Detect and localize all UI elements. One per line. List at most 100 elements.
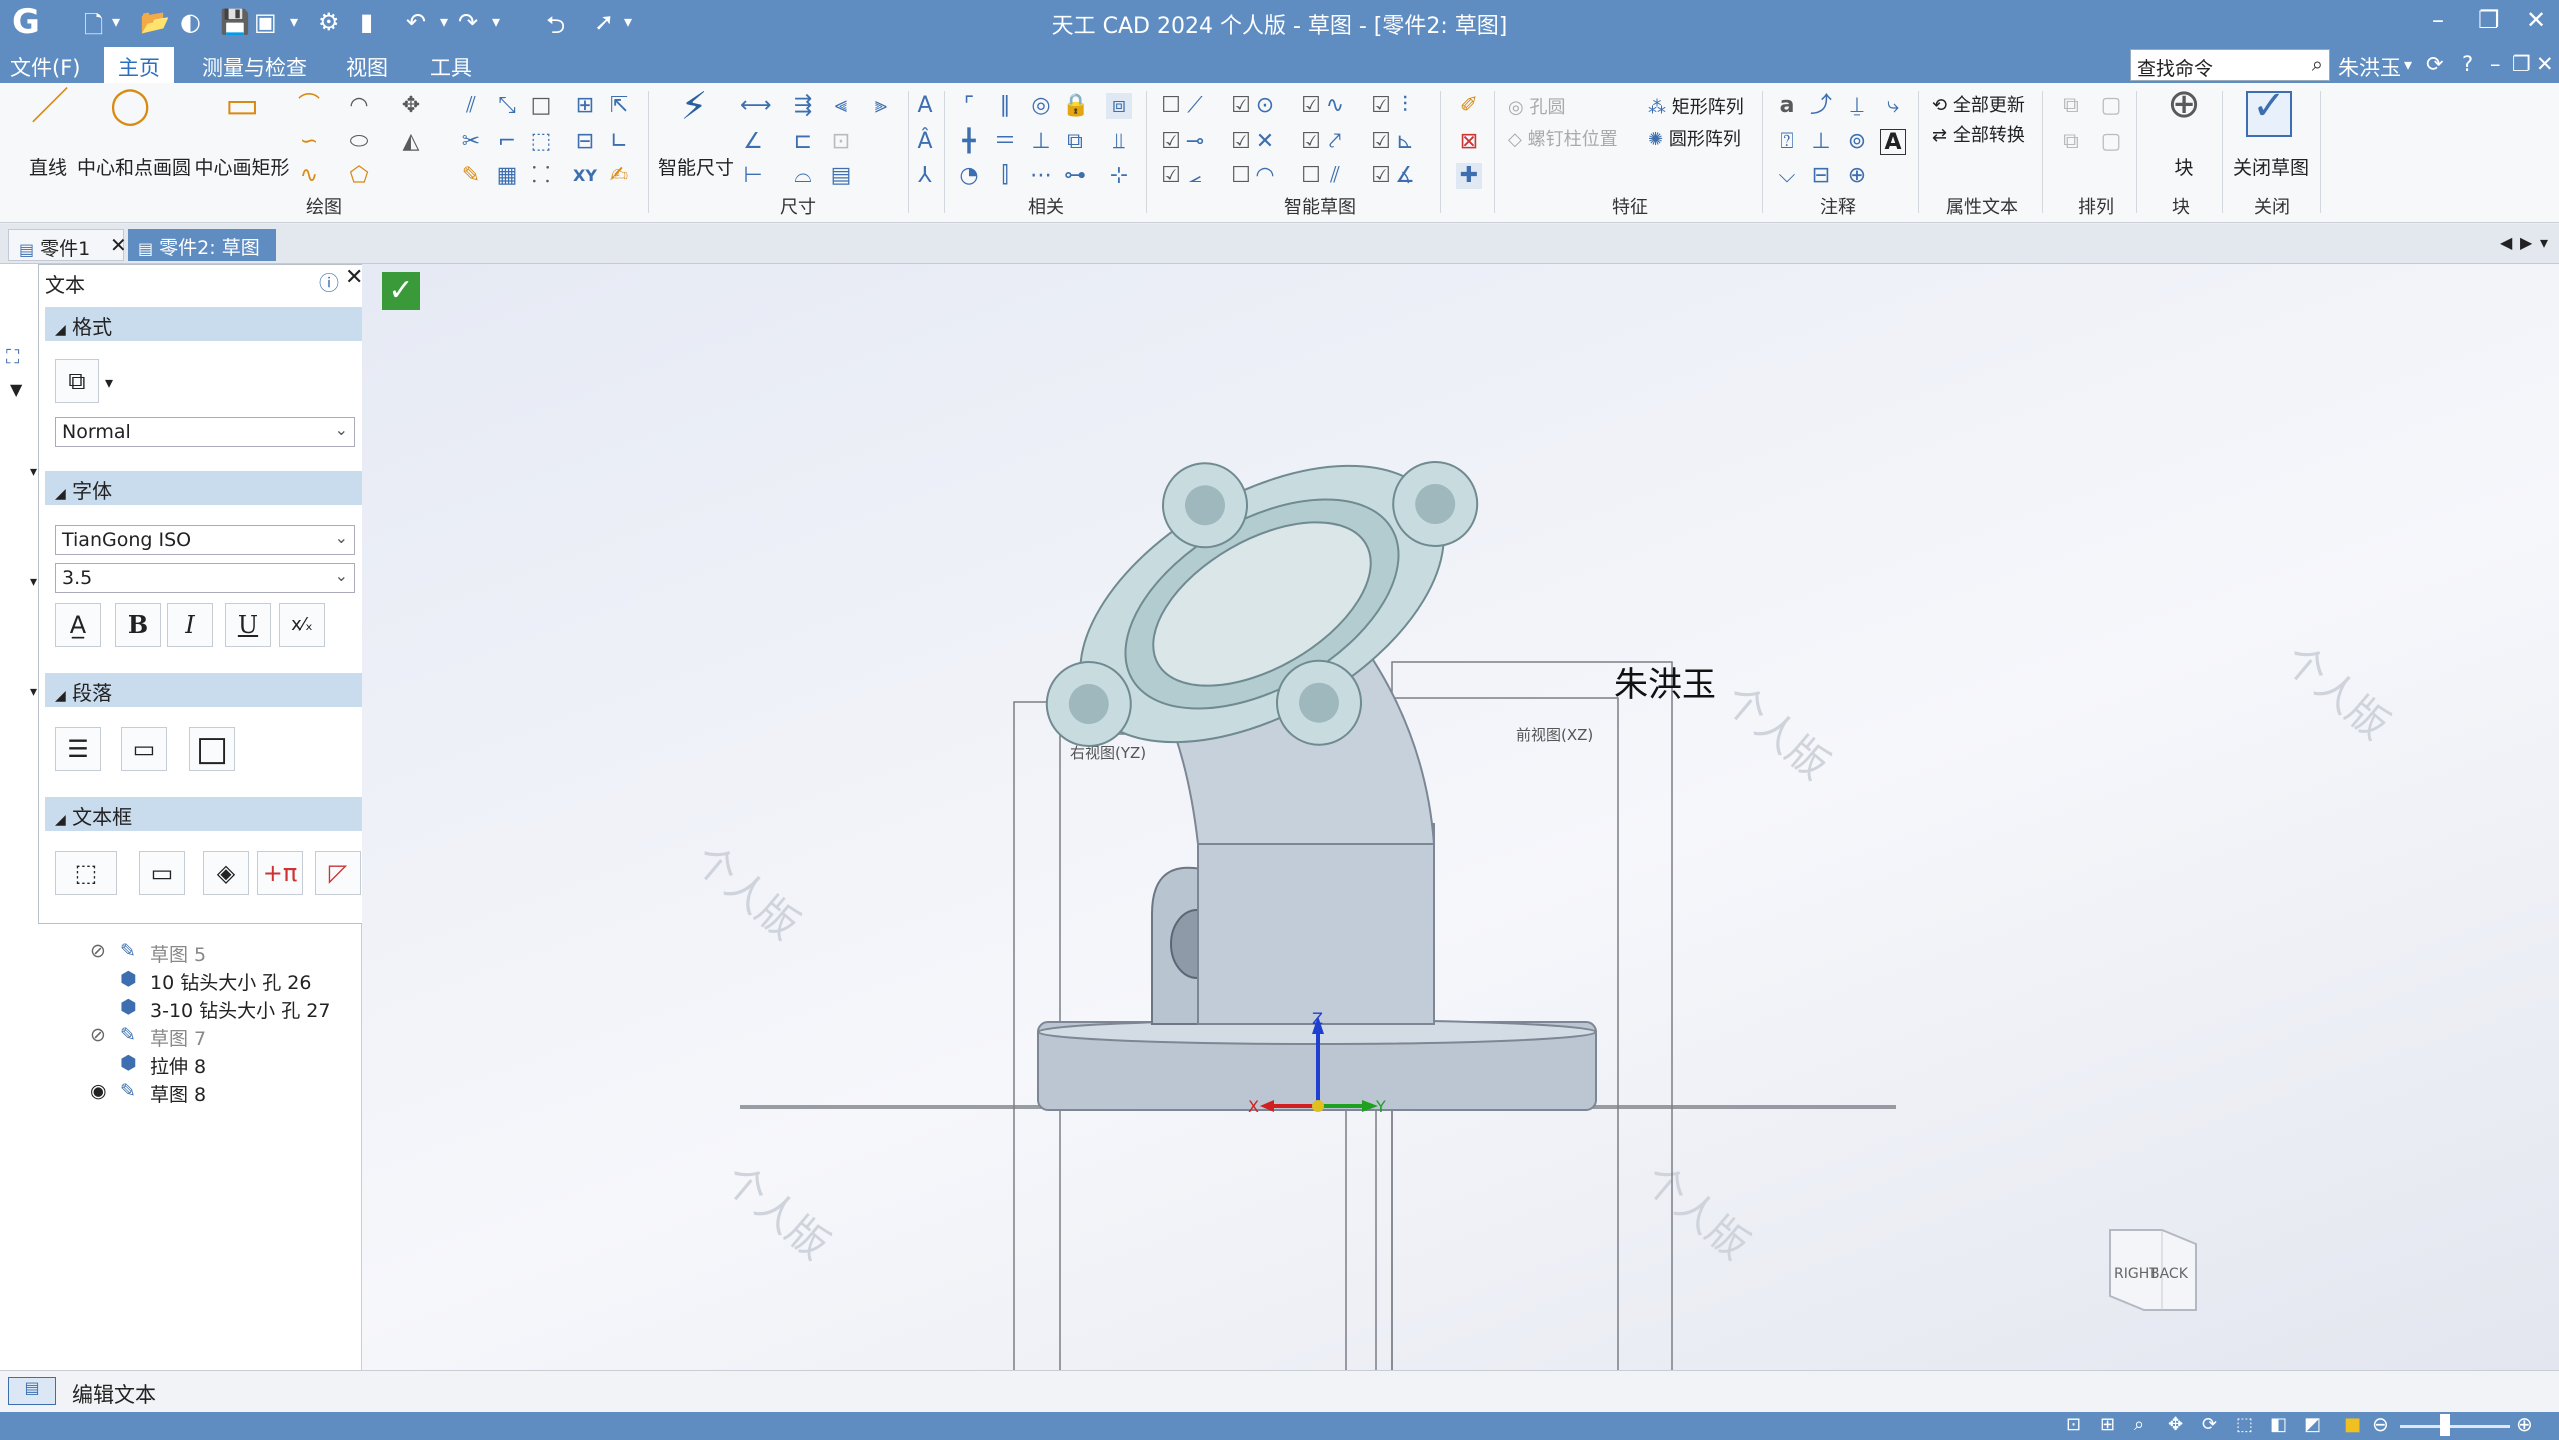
symbol-icon[interactable]: ⸬ [528,163,554,189]
rel-connect-icon[interactable]: ⌜ [956,93,982,119]
rel-concentric-icon[interactable]: ◎ [1028,93,1054,119]
help-circle-icon[interactable]: ⓘ [319,267,339,296]
ann-datum-icon[interactable]: ⊥ [1808,129,1834,155]
ss-center-icon[interactable]: ⊙ [1252,93,1278,119]
rel-maintain-icon[interactable]: ⧈ [1106,93,1132,119]
extend-icon[interactable]: ⤡ [494,93,520,119]
doc-restore-icon[interactable]: ❐ [2512,52,2531,76]
ss-vertical-icon[interactable]: ⫶ [1392,93,1418,119]
rel-vertical-icon[interactable]: ⫫ [1106,129,1132,155]
dim-edit-icon[interactable]: ⫸ [868,93,894,119]
tab-measure[interactable]: 测量与检查 [202,52,307,82]
mirror-icon[interactable]: ◭ [398,129,424,155]
ann-text-icon[interactable]: a [1774,93,1800,119]
ss-check-5-icon[interactable]: ☑ [1228,129,1254,155]
ann-edge-icon[interactable]: ⊚ [1844,129,1870,155]
highlight-icon[interactable]: ✐ [1456,93,1482,119]
ss-mid-icon[interactable]: ⊸ [1182,129,1208,155]
arc-icon[interactable]: ⌒ [296,93,322,119]
hole-button[interactable]: ◎ 孔圆 [1508,93,1565,119]
text-annotate-icon[interactable]: A [912,93,938,119]
smart-dimension-button[interactable]: 智能尺寸 [656,153,736,180]
view-orient-icon[interactable]: ⬚ [2236,1414,2253,1435]
dim-symmetric-icon[interactable]: ⫷ [828,93,854,119]
project-icon[interactable]: ⬚ [528,129,554,155]
tree-expand-icon[interactable]: ▾ [30,574,37,590]
dim-horizontal-icon[interactable]: ⟷ [740,93,772,119]
user-name[interactable]: 朱洪玉 [2338,52,2401,82]
move-icon[interactable]: ✥ [398,93,424,119]
select-tool-icon[interactable]: ⇱ [606,93,632,119]
zoom-in-icon[interactable]: ⊕ [2516,1412,2533,1436]
doc-close-icon[interactable]: ✕ [2536,52,2554,76]
update-all-button[interactable]: ⟲ 全部更新 [1932,91,2025,117]
rel-symmetric-icon[interactable]: ⫿ [992,163,1018,189]
circ-array-button[interactable]: ✺ 圆形阵列 [1648,125,1741,151]
corner-icon[interactable]: ∟ [606,129,632,155]
snap-icon[interactable]: ⊠ [1456,129,1482,155]
rel-horizontal-icon[interactable]: ⊶ [1062,163,1088,189]
edit-icon[interactable]: ✍ [606,163,632,189]
rel-collinear-icon[interactable]: ⋯ [1028,163,1054,189]
view-fit-icon[interactable]: ⊡ [2066,1414,2081,1435]
panel-close-icon[interactable]: ✕ [345,265,363,290]
tree-expand-icon[interactable]: ▾ [30,684,37,700]
block-icon[interactable]: ⊕ [2162,84,2206,135]
offset-icon[interactable]: ⫽ [458,93,484,119]
section-font[interactable]: ◢ 字体 [45,471,367,505]
shading-icon[interactable]: ◧ [2270,1414,2287,1435]
tab-list-icon[interactable]: ▾ [2530,229,2558,261]
zoom-icon[interactable]: ⌕ [2134,1414,2144,1435]
ss-check-2-icon[interactable]: ☑ [1158,129,1184,155]
menu-file[interactable]: 文件(F) [10,52,80,82]
zoom-slider[interactable] [2400,1425,2510,1428]
textbox-fit-icon[interactable]: ⬚ [55,851,117,895]
line-button[interactable]: 直线 [18,153,78,180]
ss-check-12-icon[interactable]: ☑ [1368,163,1394,189]
search-input[interactable]: 查找命令 ⌕ [2130,49,2330,81]
dim-arc-icon[interactable]: ⌓ [790,163,816,189]
hidden-eye-icon[interactable]: ⊘ [90,1024,106,1046]
sync-icon[interactable]: ⟳ [2426,52,2444,76]
origin-icon[interactable]: ✚ [1456,163,1482,189]
ss-check-8-icon[interactable]: ☑ [1298,129,1324,155]
ss-intersect-icon[interactable]: ✕ [1252,129,1278,155]
viewcube-back-label[interactable]: BACK [2150,1266,2189,1282]
trim-icon[interactable]: ✂ [458,129,484,155]
polygon-icon[interactable]: ⬠ [346,163,372,189]
rel-show-icon[interactable]: ⊹ [1106,163,1132,189]
section-format[interactable]: ◢ 格式 [45,307,367,341]
ss-check-11-icon[interactable]: ☑ [1368,129,1394,155]
tab-tools[interactable]: 工具 [430,52,472,82]
visible-eye-icon[interactable]: ◉ [90,1080,107,1102]
text-annotation[interactable]: 朱洪玉 [1614,665,1716,705]
ann-connector-icon[interactable]: ⤷ [1880,93,1906,119]
text-color-icon[interactable]: A̲ [55,603,101,647]
ss-check-10-icon[interactable]: ☑ [1368,93,1394,119]
pipe-part[interactable] [974,348,1597,1111]
command-bar-icon[interactable]: ▤ [8,1377,56,1405]
rect-array-button[interactable]: ⁂ 矩形阵列 [1648,93,1744,119]
dim-baseline-icon[interactable]: ⊏ [790,129,816,155]
highlight-mode-icon[interactable]: ■ [2344,1414,2361,1435]
rotate-icon[interactable]: ⟳ [2202,1414,2217,1435]
rel-perpendicular-icon[interactable]: ⊥ [1028,129,1054,155]
ss-check-7-icon[interactable]: ☑ [1298,93,1324,119]
tab-part2-sketch[interactable]: ▤ 零件2: 草图 [128,229,276,261]
convert-all-button[interactable]: ⇄ 全部转换 [1932,121,2025,147]
ss-perp-icon[interactable]: ⊾ [1392,129,1418,155]
block-button[interactable]: 块 [2164,153,2204,180]
pen-icon[interactable]: ✎ [458,163,484,189]
ann-balloon-icon[interactable]: ⍰ [1774,129,1800,155]
tree-root-icon[interactable]: ⛶ [6,346,19,368]
square-icon[interactable]: □ [528,93,554,119]
italic-icon[interactable]: I [167,603,213,647]
ss-parallel-icon[interactable]: ⫽ [1322,163,1348,189]
bullet-list-icon[interactable]: ☰ [55,727,101,771]
user-dropdown-icon[interactable]: ▾ [2404,55,2412,74]
viewport-canvas[interactable]: 个人版 个人版 个人版 个人版 个人版 右视图(YZ) 前视图(XZ) Z X … [362,264,2559,1370]
bold-icon[interactable]: B [115,603,161,647]
ann-surface-icon[interactable]: ⍊ [1844,93,1870,119]
rel-cross-icon[interactable]: ╋ [956,129,982,155]
doc-minimize-icon[interactable]: – [2490,52,2501,76]
